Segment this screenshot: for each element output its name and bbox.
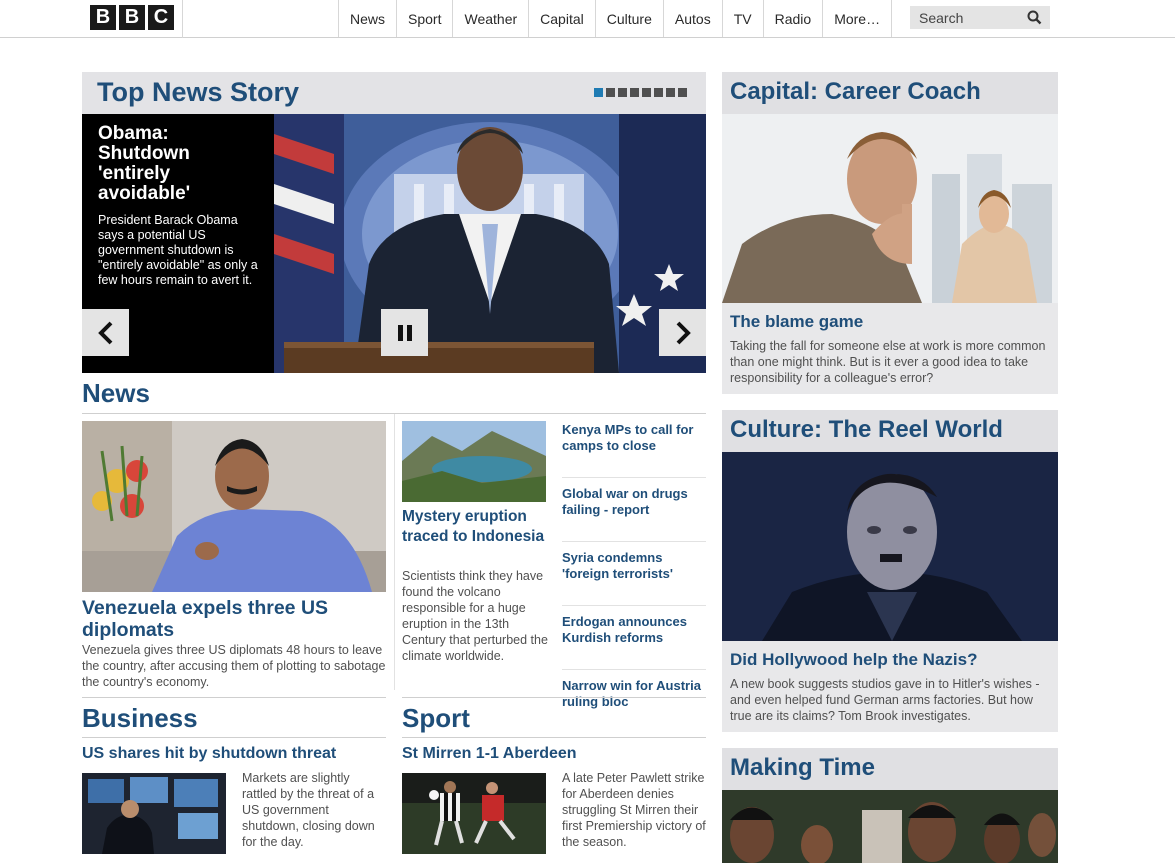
news-headline-link[interactable]: Global war on drugs failing - report: [562, 485, 706, 542]
culture-image[interactable]: [722, 452, 1058, 641]
news-headline-link[interactable]: Erdogan announces Kurdish reforms: [562, 613, 706, 670]
news-main-image[interactable]: [82, 421, 386, 592]
logo-letter-b2: B: [119, 5, 145, 30]
bbc-logo[interactable]: B B C: [90, 5, 174, 30]
carousel-pager: [594, 88, 687, 97]
logo-letter-c: C: [148, 5, 174, 30]
nav-news[interactable]: News: [339, 0, 398, 37]
nav-more[interactable]: More…: [823, 0, 893, 37]
top-bar: B B C News Sport Weather Capital Culture…: [0, 0, 1175, 38]
section-divider: [402, 737, 706, 738]
main-nav: News Sport Weather Capital Culture Autos…: [338, 0, 893, 37]
making-time-section-title[interactable]: Making Time: [730, 754, 1050, 782]
carousel-dot[interactable]: [606, 88, 615, 97]
capital-image[interactable]: [722, 114, 1058, 303]
culture-box: Culture: The Reel World Did Hollywood he…: [722, 410, 1058, 732]
business-section-title[interactable]: Business: [82, 703, 386, 737]
making-time-header: Making Time: [722, 748, 1058, 790]
carousel-dot[interactable]: [630, 88, 639, 97]
search-icon[interactable]: [1027, 10, 1042, 25]
nav-culture[interactable]: Culture: [596, 0, 664, 37]
carousel-next-button[interactable]: [659, 309, 706, 356]
capital-summary: Taking the fall for someone else at work…: [730, 339, 1046, 385]
sport-section-title[interactable]: Sport: [402, 703, 706, 737]
capital-header: Capital: Career Coach: [722, 72, 1058, 114]
top-story-headline[interactable]: Obama: Shutdown 'entirely avoidable': [98, 124, 258, 204]
news-secondary-headline[interactable]: Mystery eruption traced to Indonesia: [402, 507, 552, 547]
nav-autos[interactable]: Autos: [664, 0, 723, 37]
news-column-divider: [394, 414, 395, 690]
news-section-header: News: [82, 376, 706, 414]
carousel-dot[interactable]: [666, 88, 675, 97]
carousel-pause-button[interactable]: [381, 309, 428, 356]
capital-box: Capital: Career Coach The blame game Tak…: [722, 72, 1058, 394]
top-news-story: Top News Story Obama: Shutdown 'entirely…: [82, 72, 706, 373]
news-headline-link[interactable]: Syria condemns 'foreign terrorists': [562, 549, 706, 606]
culture-section-title[interactable]: Culture: The Reel World: [730, 416, 1050, 444]
nav-weather[interactable]: Weather: [453, 0, 530, 37]
nav-capital[interactable]: Capital: [529, 0, 596, 37]
carousel-prev-button[interactable]: [82, 309, 129, 356]
carousel-dot[interactable]: [594, 88, 603, 97]
carousel-dot[interactable]: [642, 88, 651, 97]
news-main-summary: Venezuela gives three US diplomats 48 ho…: [82, 643, 386, 689]
chevron-right-icon: [676, 321, 691, 344]
carousel-dot[interactable]: [654, 88, 663, 97]
section-divider: [402, 697, 706, 698]
logo-divider: [182, 0, 183, 38]
sport-section: Sport St Mirren 1-1 Aberdeen A late Pete…: [402, 697, 706, 854]
top-story-header: Top News Story: [82, 72, 706, 114]
business-headline[interactable]: US shares hit by shutdown threat: [82, 745, 386, 763]
culture-header: Culture: The Reel World: [722, 410, 1058, 452]
pause-icon: [397, 324, 412, 341]
section-divider: [82, 697, 386, 698]
sport-headline[interactable]: St Mirren 1-1 Aberdeen: [402, 745, 706, 763]
news-headline-list: Kenya MPs to call for camps to close Glo…: [562, 421, 706, 741]
nav-radio[interactable]: Radio: [764, 0, 824, 37]
business-image[interactable]: [82, 773, 226, 854]
logo-letter-b1: B: [90, 5, 116, 30]
capital-headline[interactable]: The blame game: [722, 303, 1058, 332]
capital-section-title[interactable]: Capital: Career Coach: [730, 78, 1050, 106]
news-main-headline[interactable]: Venezuela expels three US diplomats: [82, 597, 386, 641]
news-section-title[interactable]: News: [82, 378, 150, 409]
sport-summary: A late Peter Pawlett strike for Aberdeen…: [562, 771, 706, 849]
nav-sport[interactable]: Sport: [397, 0, 454, 37]
nav-tv[interactable]: TV: [723, 0, 764, 37]
sport-image[interactable]: [402, 773, 546, 854]
news-secondary-image[interactable]: [402, 421, 546, 502]
news-secondary-summary: Scientists think they have found the vol…: [402, 569, 548, 663]
making-time-image[interactable]: [722, 790, 1058, 863]
search-input[interactable]: [919, 9, 1019, 26]
carousel-dot[interactable]: [618, 88, 627, 97]
top-story-section-title: Top News Story: [97, 77, 300, 107]
top-story-summary: President Barack Obama says a potential …: [98, 213, 258, 287]
business-section: Business US shares hit by shutdown threa…: [82, 697, 386, 854]
culture-summary: A new book suggests studios gave in to H…: [730, 677, 1040, 723]
top-story-image[interactable]: [274, 114, 706, 373]
carousel-dot[interactable]: [678, 88, 687, 97]
making-time-box: Making Time: [722, 748, 1058, 863]
culture-headline[interactable]: Did Hollywood help the Nazis?: [722, 641, 1058, 670]
section-divider: [82, 737, 386, 738]
news-headline-link[interactable]: Kenya MPs to call for camps to close: [562, 421, 706, 478]
business-summary: Markets are slightly rattled by the thre…: [242, 771, 375, 849]
chevron-left-icon: [97, 321, 112, 344]
search-box: [910, 6, 1050, 29]
